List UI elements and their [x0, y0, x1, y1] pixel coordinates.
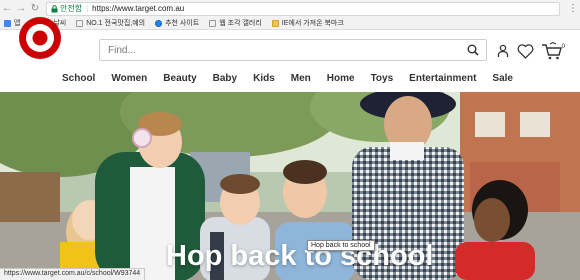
url-text: https://www.target.com.au — [92, 4, 185, 13]
page-icon — [209, 19, 217, 27]
nav-item-home[interactable]: Home — [327, 73, 355, 87]
account-icon[interactable] — [494, 42, 512, 60]
cart-icon[interactable]: 0 — [540, 42, 565, 60]
nav-item-baby[interactable]: Baby — [213, 73, 237, 87]
nav-item-beauty[interactable]: Beauty — [163, 73, 196, 87]
bookmark-web-gallery[interactable]: 웹 조각 갤러리 — [209, 18, 262, 28]
hero-headline[interactable]: Hop back to school — [166, 240, 433, 273]
nav-item-sale[interactable]: Sale — [492, 73, 513, 87]
forward-icon[interactable]: → — [14, 2, 28, 16]
search-input[interactable] — [108, 44, 464, 56]
secure-label: 안전함 — [60, 4, 83, 13]
bookmark-label: 추천 사이트 — [165, 20, 200, 27]
hero-banner[interactable]: Hop back to school Hop back to school — [0, 92, 580, 280]
wishlist-heart-icon[interactable] — [516, 42, 534, 60]
nav-item-toys[interactable]: Toys — [371, 73, 394, 87]
apps-grid-icon — [4, 19, 11, 27]
bookmark-label: IE에서 가져온 북마크 — [281, 20, 344, 27]
nav-item-kids[interactable]: Kids — [253, 73, 275, 87]
browser-toolbar: ← → ↻ 안전함 | https://www.target.com.au ⋮ — [0, 0, 580, 17]
lock-icon — [51, 4, 58, 12]
address-bar[interactable]: 안전함 | https://www.target.com.au — [46, 1, 560, 16]
bookmark-recommended[interactable]: 추천 사이트 — [155, 18, 199, 28]
cart-count: 0 — [561, 44, 565, 50]
back-icon[interactable]: ← — [0, 2, 14, 16]
folder-icon — [271, 19, 279, 27]
browser-menu-icon[interactable]: ⋮ — [566, 3, 580, 14]
category-nav: School Women Beauty Baby Kids Men Home T… — [62, 73, 513, 87]
search-icon[interactable] — [464, 41, 482, 59]
hero-tooltip: Hop back to school — [307, 240, 375, 251]
reload-icon[interactable]: ↻ — [28, 2, 42, 16]
bookmark-label: NO.1 전국맛집,예의 — [86, 20, 146, 27]
secure-indicator[interactable]: 안전함 — [51, 3, 82, 14]
nav-item-entertainment[interactable]: Entertainment — [409, 73, 476, 87]
bookmark-ie-folder[interactable]: IE에서 가져온 북마크 — [271, 18, 344, 28]
nav-item-men[interactable]: Men — [291, 73, 311, 87]
nav-item-school[interactable]: School — [62, 73, 95, 87]
bookmark-restaurants[interactable]: NO.1 전국맛집,예의 — [76, 18, 145, 28]
page-icon — [76, 19, 84, 27]
status-bar-url: https://www.target.com.au/c/school/W9374… — [0, 268, 146, 280]
bookmarks-bar: 앱 뉴스날씨 NO.1 전국맛집,예의 추천 사이트 웹 조각 갤러리 IE에서… — [0, 17, 580, 30]
nav-item-women[interactable]: Women — [111, 73, 147, 87]
ie-icon — [155, 19, 163, 27]
target-logo-icon[interactable] — [18, 16, 62, 60]
bookmark-label: 웹 조각 갤러리 — [219, 20, 262, 27]
search-box — [99, 39, 487, 61]
site-header: 0 School Women Beauty Baby Kids Men Home… — [0, 17, 580, 92]
